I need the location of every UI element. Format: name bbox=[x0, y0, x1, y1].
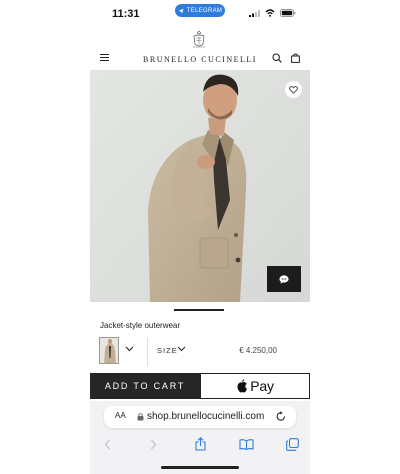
image-pager bbox=[90, 309, 310, 311]
options-row: SIZE € 4.250,00 bbox=[90, 334, 310, 370]
telegram-return-pill[interactable]: TELEGRAM bbox=[175, 4, 225, 17]
status-bar: 11:31 TELEGRAM bbox=[90, 0, 310, 26]
forward-button[interactable] bbox=[144, 435, 162, 453]
heart-icon bbox=[289, 85, 298, 94]
reload-icon[interactable] bbox=[276, 411, 286, 422]
browser-bottom-bar: AA shop.brunellocucinelli.com bbox=[90, 401, 310, 474]
apple-pay-label: Pay bbox=[250, 378, 274, 394]
product-title: Jacket-style outerwear bbox=[100, 321, 181, 330]
apple-pay-button[interactable]: Pay bbox=[200, 373, 310, 399]
telegram-plane-icon bbox=[178, 8, 184, 13]
chat-button[interactable] bbox=[267, 266, 301, 292]
chevron-left-icon bbox=[104, 439, 110, 449]
back-button[interactable] bbox=[98, 435, 116, 453]
bookmarks-button[interactable] bbox=[237, 435, 255, 453]
signal-icon bbox=[249, 9, 260, 17]
site-header: BRUNELLO CUCINELLI bbox=[90, 26, 310, 70]
status-time: 11:31 bbox=[112, 8, 140, 20]
book-icon bbox=[238, 438, 254, 450]
tabs-icon bbox=[285, 437, 299, 451]
options-divider bbox=[147, 338, 148, 366]
product-price: € 4.250,00 bbox=[239, 346, 277, 355]
share-button[interactable] bbox=[191, 435, 209, 453]
lock-icon bbox=[137, 413, 144, 421]
aa-label: AA bbox=[115, 411, 126, 420]
search-icon[interactable] bbox=[272, 53, 282, 63]
chat-bubble-icon bbox=[279, 274, 289, 284]
battery-icon bbox=[280, 9, 296, 17]
url-text[interactable]: shop.brunellocucinelli.com bbox=[147, 411, 264, 422]
phone-screen: 11:31 TELEGRAM BRUNELLO CUCINELLI Jacket… bbox=[0, 0, 400, 474]
add-to-cart-button[interactable]: ADD TO CART bbox=[90, 373, 200, 399]
tabs-button[interactable] bbox=[283, 435, 301, 453]
wifi-icon bbox=[265, 9, 275, 17]
size-selector-label[interactable]: SIZE bbox=[157, 346, 178, 355]
thumbnail-image bbox=[100, 338, 118, 363]
apple-logo-icon bbox=[237, 379, 248, 393]
product-image[interactable] bbox=[90, 70, 310, 302]
share-icon bbox=[194, 437, 206, 451]
color-swatch-thumbnail[interactable] bbox=[99, 337, 119, 364]
address-bar[interactable]: AA shop.brunellocucinelli.com bbox=[104, 406, 296, 428]
reader-options-button[interactable]: AA bbox=[115, 411, 126, 420]
telegram-pill-label: TELEGRAM bbox=[186, 7, 223, 14]
size-chevron-down-icon[interactable] bbox=[177, 346, 186, 352]
chevron-right-icon bbox=[150, 439, 156, 449]
home-indicator[interactable] bbox=[161, 466, 239, 469]
shopping-bag-icon[interactable] bbox=[291, 53, 300, 63]
wishlist-button[interactable] bbox=[285, 81, 302, 98]
chevron-down-icon[interactable] bbox=[125, 346, 134, 352]
pager-active-indicator bbox=[174, 309, 224, 311]
browser-toolbar bbox=[90, 435, 310, 453]
brand-crest-logo[interactable] bbox=[191, 30, 207, 50]
status-icons bbox=[249, 9, 296, 17]
